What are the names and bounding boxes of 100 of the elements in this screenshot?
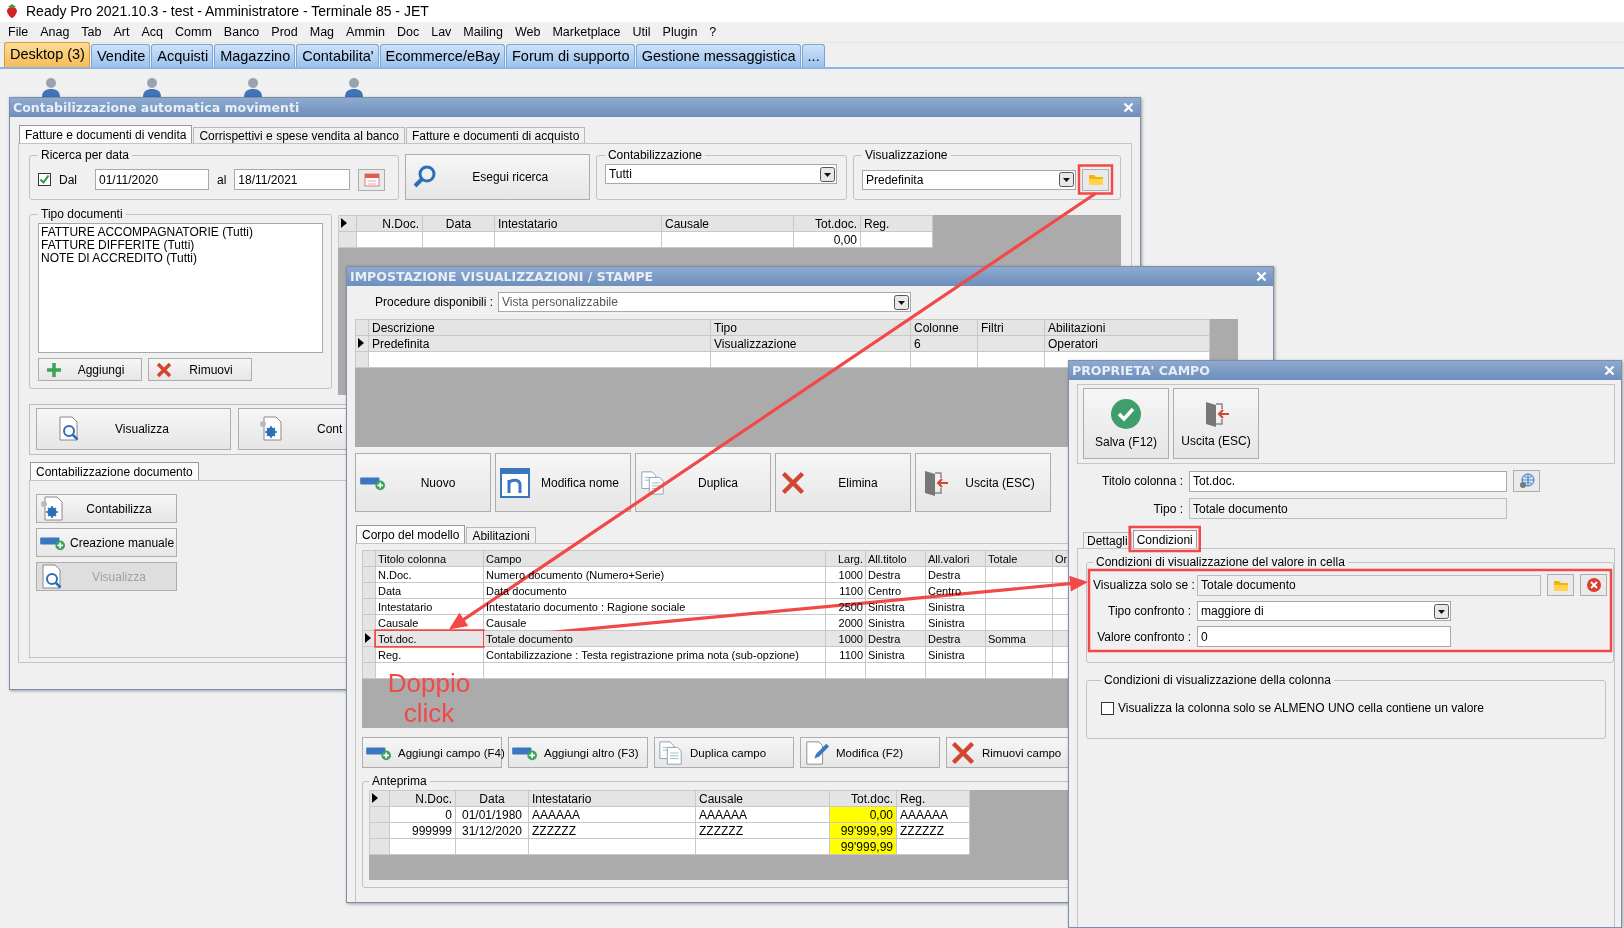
menu-item[interactable]: Mag [305,25,343,39]
remove-button[interactable]: Rimuovi [148,358,252,381]
text-field[interactable]: 0 [1197,626,1451,647]
menu-item[interactable]: Prod [267,25,306,39]
column-header[interactable]: Intestatario [528,790,696,807]
column-header[interactable]: Totale [985,550,1053,567]
menu-item[interactable]: Doc [392,25,428,39]
column-header[interactable]: All.titolo [865,550,926,567]
tab[interactable]: Dettagli [1083,532,1132,548]
column-header[interactable]: N.Doc. [389,790,456,807]
column-header[interactable]: Abilitazioni [1044,319,1210,336]
column-header[interactable]: Larg. [825,550,866,567]
column-header[interactable]: N.Doc. [356,215,423,232]
table-cell: 31/12/2020 [455,822,529,839]
menu-item[interactable]: ? [705,25,725,39]
dropdown[interactable]: Tutti [604,164,837,184]
column-header[interactable]: Reg. [896,790,970,807]
duplicate-button[interactable]: Duplica [635,453,771,512]
menu-item[interactable]: Lav [427,25,460,39]
list-box[interactable]: FATTURE ACCOMPAGNATORIE (Tutti) FATTURE DIFFERITE (Tutti) NOTE DI ACCREDITO (Tutti) [38,223,323,353]
menu-item[interactable]: Art [109,25,138,39]
menu-item[interactable]: Plugin [658,25,706,39]
tab[interactable]: Vendite [90,44,151,67]
menu-item[interactable]: Acq [137,25,172,39]
menu-item[interactable]: Ammin [342,25,393,39]
tab[interactable]: Acquisti [151,44,214,67]
menu-item[interactable]: Web [510,25,549,39]
tab[interactable]: Contabilizzazione documento [30,462,199,480]
text-field[interactable]: Tot.doc. [1189,470,1507,492]
list-item[interactable]: NOTE DI ACCREDITO (Tutti) [41,252,320,265]
column-header[interactable]: Tipo [710,319,911,336]
delete-button[interactable]: Elimina [775,453,911,512]
column-header[interactable]: Colonne [910,319,978,336]
column-header[interactable]: Causale [695,790,830,807]
new-button[interactable]: Nuovo [355,453,491,512]
menu-item[interactable]: Tab [77,25,110,39]
column-header[interactable]: All.valori [925,550,986,567]
tab[interactable]: Fatture e documenti di acquisto [405,127,586,143]
tab[interactable]: Abilitazioni [466,527,536,543]
close-icon [1604,365,1615,376]
new-button[interactable]: Aggiungi campo (F4) [362,737,502,768]
text-field[interactable]: Totale documento [1197,574,1541,596]
duplicate-button[interactable]: Duplica campo [654,737,794,768]
tab[interactable]: Desktop (3) [4,42,90,67]
edit-button[interactable]: Modifica (F2) [800,737,940,768]
exit-button[interactable]: Uscita (ESC) [1173,388,1259,459]
column-header[interactable]: Tot.doc. [829,790,897,807]
column-header[interactable]: Filtri [977,319,1045,336]
globe-button[interactable] [1513,470,1540,492]
menu-item[interactable]: Banco [219,25,268,39]
column-header[interactable]: Reg. [860,215,933,232]
search-button[interactable]: Esegui ricerca [404,154,590,200]
add-button[interactable]: Aggiungi [38,358,142,381]
dropdown[interactable]: maggiore di [1197,601,1451,621]
menu-item[interactable]: Util [628,25,659,39]
column-header[interactable]: Causale [661,215,794,232]
checkbox[interactable] [38,173,51,186]
menu-item[interactable]: Comm [171,25,220,39]
column-header[interactable]: Tot.doc. [793,215,861,232]
tab[interactable]: Gestione messaggistica [635,44,801,67]
tab[interactable]: Forum di supporto [506,44,635,67]
calendar-button[interactable] [358,168,386,191]
exit-button[interactable]: Uscita (ESC) [915,453,1051,512]
clear-button[interactable] [1580,574,1607,596]
new-button[interactable]: Creazione manuale [36,528,177,557]
field-label: Titolo colonna : [1101,474,1183,488]
new-button[interactable]: Aggiungi altro (F3) [508,737,648,768]
column-header[interactable]: Titolo colonna [375,550,484,567]
tab[interactable]: Magazzino [214,44,296,67]
tab[interactable]: Ecommerce/eBay [379,44,505,67]
tab[interactable]: Corrispettivi e spese vendita al banco [193,127,405,143]
field-label: Procedure disponibili : [375,295,494,309]
column-header[interactable]: Campo [483,550,826,567]
browse-button[interactable] [1082,168,1109,191]
date-field[interactable]: 01/11/2020 [95,169,209,190]
date-field[interactable]: 18/11/2021 [234,169,351,190]
menu-item[interactable]: Mailing [459,25,511,39]
save-button[interactable]: Salva (F12) [1083,388,1169,459]
list-item[interactable]: FATTURE ACCOMPAGNATORIE (Tutti) [41,226,320,239]
tab[interactable]: Condizioni [1132,530,1197,548]
post-button[interactable]: Contabilizza [36,494,177,523]
column-header[interactable]: Data [455,790,529,807]
dropdown[interactable]: Predefinita [862,169,1076,190]
column-header[interactable]: Data [422,215,495,232]
column-header[interactable]: Intestatario [494,215,662,232]
tab[interactable]: ... [801,44,825,67]
rename-button[interactable]: Modifica nome [495,453,631,512]
tab[interactable]: Fatture e documenti di vendita [19,125,193,143]
browse-button[interactable] [1547,574,1574,596]
tab[interactable]: Corpo del modello [356,525,466,543]
menu-item[interactable]: File [4,25,37,39]
menu-item[interactable]: Anag [36,25,78,39]
column-header[interactable]: Descrizione [368,319,711,336]
view-button[interactable]: Visualizza [36,408,231,450]
text-field[interactable]: Totale documento [1189,498,1507,519]
checkbox[interactable] [1101,701,1114,715]
menu-item[interactable]: Marketplace [548,25,629,39]
dropdown[interactable]: Vista personalizzabile [498,292,912,312]
list-item[interactable]: FATTURE DIFFERITE (Tutti) [41,239,320,252]
tab[interactable]: Contabilita' [296,44,379,67]
